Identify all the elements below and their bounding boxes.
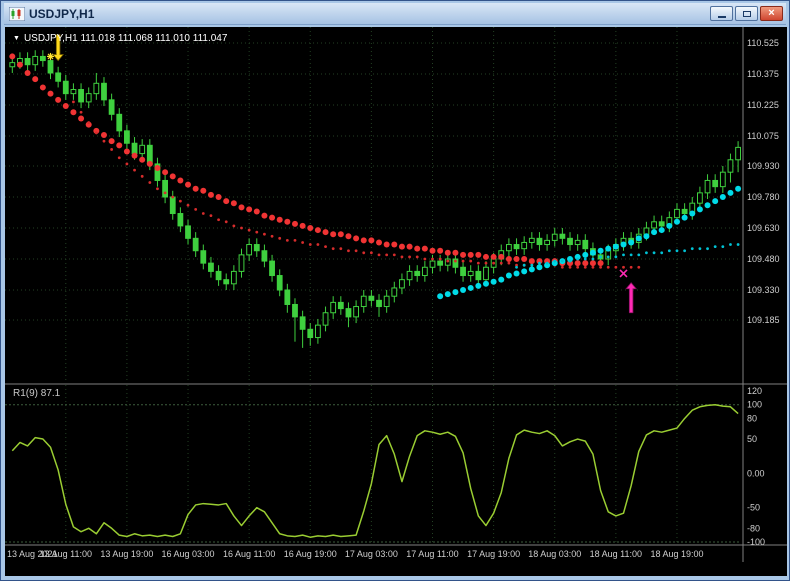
time-axis-label: 18 Aug 19:00: [650, 549, 703, 559]
indicator-axis-label: 0.00: [747, 468, 765, 478]
chart-client-area: 110.525 110.375 110.225 110.075 109.930 109.7…: [5, 27, 787, 576]
price-axis-labels[interactable]: 110.525 110.375 110.225 110.075 109.930 109.7…: [747, 38, 780, 325]
price-axis-label: 109.780: [747, 192, 780, 202]
trend-dots-cyan-major: [437, 185, 742, 300]
time-axis-label: 16 Aug 03:00: [161, 549, 214, 559]
indicator-axis-label: 120: [747, 386, 762, 396]
price-axis-label: 109.185: [747, 315, 780, 325]
signal-markers: [47, 34, 637, 314]
window-titlebar[interactable]: USDJPY,H1 ×: [4, 3, 786, 25]
indicator-line: [11, 403, 739, 538]
price-axis-label: 109.630: [747, 223, 780, 233]
chart-window-icon: [8, 6, 26, 21]
time-axis-label: 18 Aug 11:00: [590, 549, 642, 559]
minimize-icon: [717, 16, 726, 18]
ohlc-text: USDJPY,H1 111.018 111.068 111.010 111.04…: [23, 33, 228, 44]
window-title: USDJPY,H1: [29, 6, 95, 21]
time-axis-label: 17 Aug 03:00: [345, 549, 398, 559]
time-axis-label: 16 Aug 11:00: [223, 549, 275, 559]
indicator-axis-label: 80: [747, 413, 757, 423]
indicator-label: R1(9) 87.1: [13, 388, 61, 399]
time-axis-label: 17 Aug 19:00: [467, 549, 520, 559]
symbol-dropdown-icon[interactable]: ▼: [13, 35, 20, 42]
price-axis-label: 110.525: [747, 38, 779, 48]
restore-button[interactable]: [735, 6, 758, 21]
indicator-axis-label: 50: [747, 434, 757, 444]
indicator-axis-label: 100: [747, 400, 762, 410]
chart-canvas[interactable]: 110.525 110.375 110.225 110.075 109.930 109.7…: [5, 27, 787, 576]
application-window: USDJPY,H1 × 110.525 110.375 110.225 110.075…: [0, 0, 790, 581]
minimize-button[interactable]: [710, 6, 733, 21]
time-axis-label: 18 Aug 03:00: [528, 549, 581, 559]
indicator-axis-label: -100: [747, 537, 765, 547]
time-axis-label: 13 Aug 19:00: [100, 549, 153, 559]
time-axis-label: 17 Aug 11:00: [406, 549, 458, 559]
price-axis-label: 109.330: [747, 285, 780, 295]
chart-ohlc-header: ▼ USDJPY,H1 111.018 111.068 111.010 111.0…: [13, 33, 227, 44]
grid-horizontal-lines: [5, 42, 741, 321]
restore-icon: [742, 10, 751, 17]
time-axis-label: 16 Aug 19:00: [284, 549, 337, 559]
time-axis-label: 13 Aug 11:00: [40, 549, 92, 559]
price-axis-label: 110.225: [747, 100, 779, 110]
indicator-axis-label: -80: [747, 523, 760, 533]
indicator-axis-labels[interactable]: 120 100 80 50 0.00 -50 -80 -100: [747, 386, 765, 547]
price-axis-label: 110.075: [747, 131, 779, 141]
window-controls: ×: [708, 6, 783, 21]
close-icon: ×: [768, 7, 775, 19]
indicator-axis-label: -50: [747, 503, 760, 513]
price-axis-label: 109.480: [747, 254, 780, 264]
price-axis-label: 110.375: [747, 69, 779, 79]
close-button[interactable]: ×: [760, 6, 783, 21]
time-axis-labels[interactable]: 13 Aug 202113 Aug 11:00 13 Aug 19:00 16 Au…: [7, 549, 704, 559]
price-axis-label: 109.930: [747, 161, 780, 171]
